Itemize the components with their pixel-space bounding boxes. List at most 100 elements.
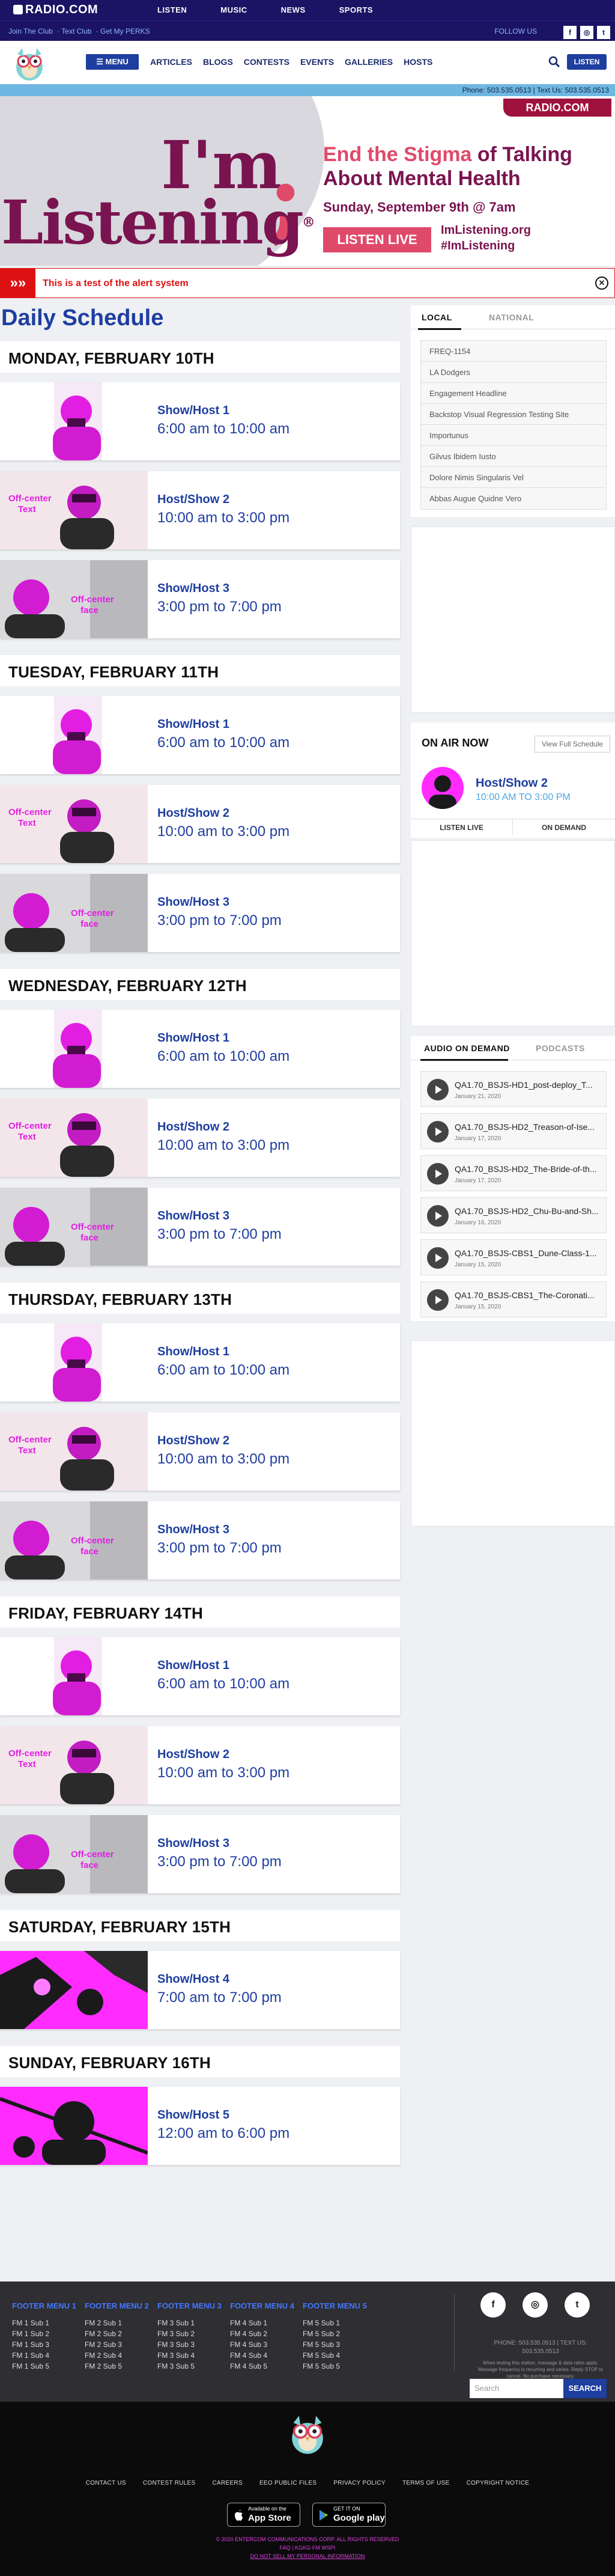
- news-item[interactable]: Gilvus Ibidem Iusto: [421, 446, 606, 467]
- app-store-badge[interactable]: Available on the App Store: [227, 2503, 300, 2527]
- play-icon[interactable]: [427, 1163, 449, 1185]
- instagram-icon[interactable]: ◎: [523, 2292, 548, 2318]
- show-card[interactable]: Off-center face Show/Host 3 3:00 pm to 7:00…: [0, 1815, 400, 1893]
- show-card[interactable]: Off-center Text Host/Show 2 10:00 am to 3:0…: [0, 1099, 400, 1177]
- aod-item[interactable]: QA1.70_BSJS-HD2_Treason-of-Ise... January…: [420, 1113, 607, 1149]
- show-card[interactable]: Show/Host 5 12:00 am to 6:00 pm: [0, 2087, 400, 2165]
- play-icon[interactable]: [427, 1121, 449, 1143]
- aod-title[interactable]: QA1.70_BSJS-HD2_Treason-of-Ise...: [455, 1122, 605, 1132]
- top-nav-listen[interactable]: LISTEN: [157, 5, 187, 14]
- listen-button[interactable]: LISTEN: [567, 54, 607, 70]
- footer-menu-item[interactable]: FM 1 Sub 5: [12, 2361, 76, 2372]
- top-nav-sports[interactable]: SPORTS: [339, 5, 373, 14]
- nav-articles[interactable]: ARTICLES: [150, 57, 192, 67]
- tab-podcasts[interactable]: PODCASTS: [536, 1043, 585, 1053]
- nav-blogs[interactable]: BLOGS: [203, 57, 233, 67]
- footer-menu-item[interactable]: FM 3 Sub 5: [157, 2361, 222, 2372]
- footer-menu-item[interactable]: FM 3 Sub 3: [157, 2339, 222, 2350]
- tab-audio-on-demand[interactable]: AUDIO ON DEMAND: [424, 1043, 510, 1053]
- aod-title[interactable]: QA1.70_BSJS-CBS1_Dune-Class-1...: [455, 1248, 605, 1258]
- footer-link[interactable]: TERMS OF USE: [402, 2480, 450, 2486]
- footer-menu-item[interactable]: FM 1 Sub 1: [12, 2318, 76, 2328]
- show-name[interactable]: Show/Host 1: [157, 1031, 229, 1045]
- show-card[interactable]: Off-center Text Host/Show 2 10:00 am to 3:0…: [0, 1412, 400, 1491]
- news-item[interactable]: FREQ-1154: [421, 341, 606, 362]
- footer-menu-item[interactable]: FM 4 Sub 1: [230, 2318, 294, 2328]
- aod-title[interactable]: QA1.70_BSJS-HD1_post-deploy_T...: [455, 1080, 605, 1090]
- footer-menu-item[interactable]: FM 4 Sub 2: [230, 2328, 294, 2339]
- show-name[interactable]: Host/Show 2: [157, 493, 229, 507]
- play-icon[interactable]: [427, 1079, 449, 1100]
- show-card[interactable]: Off-center face Show/Host 3 3:00 pm to 7:00…: [0, 874, 400, 952]
- aod-title[interactable]: QA1.70_BSJS-HD2_Chu-Bu-and-Sh...: [455, 1206, 605, 1216]
- footer-menu-item[interactable]: FM 1 Sub 4: [12, 2350, 76, 2361]
- top-nav-music[interactable]: MUSIC: [220, 5, 247, 14]
- show-card[interactable]: Off-center face Show/Host 3 3:00 pm to 7:00…: [0, 1501, 400, 1579]
- news-item[interactable]: Engagement Headline: [421, 383, 606, 404]
- footer-link[interactable]: CAREERS: [212, 2480, 242, 2486]
- footer-menu-title[interactable]: FOOTER MENU 1: [12, 2301, 76, 2312]
- footer-link[interactable]: PRIVACY POLICY: [333, 2480, 386, 2486]
- aod-title[interactable]: QA1.70_BSJS-HD2_The-Bride-of-th...: [455, 1164, 605, 1174]
- on-air-host[interactable]: Host/Show 2: [476, 777, 548, 790]
- promo-banner[interactable]: RADIO.COM I'm ; Listening® End the Stigm…: [0, 96, 615, 266]
- facebook-icon[interactable]: f: [480, 2292, 506, 2318]
- owl-mascot-icon[interactable]: [12, 46, 47, 82]
- tab-national[interactable]: NATIONAL: [489, 313, 534, 322]
- footer-menu-title[interactable]: FOOTER MENU 2: [85, 2301, 149, 2312]
- show-card[interactable]: Show/Host 1 6:00 am to 10:00 am: [0, 1637, 400, 1715]
- close-icon[interactable]: ✕: [595, 276, 608, 290]
- play-icon[interactable]: [427, 1247, 449, 1269]
- footer-link[interactable]: CONTEST RULES: [143, 2480, 196, 2486]
- footer-search-input[interactable]: Search: [470, 2379, 563, 2398]
- aod-item[interactable]: QA1.70_BSJS-CBS1_The-Coronati... January …: [420, 1281, 607, 1317]
- footer-menu-item[interactable]: FM 3 Sub 1: [157, 2318, 222, 2328]
- listen-live-button[interactable]: LISTEN LIVE: [411, 819, 513, 835]
- nav-hosts[interactable]: HOSTS: [404, 57, 432, 67]
- footer-link[interactable]: COPYRIGHT NOTICE: [467, 2480, 530, 2486]
- footer-menu-title[interactable]: FOOTER MENU 5: [303, 2301, 367, 2312]
- show-card[interactable]: Show/Host 1 6:00 am to 10:00 am: [0, 696, 400, 774]
- footer-link[interactable]: EEO PUBLIC FILES: [259, 2480, 317, 2486]
- play-icon[interactable]: [427, 1289, 449, 1311]
- view-full-schedule-button[interactable]: View Full Schedule: [535, 736, 610, 752]
- show-name[interactable]: Show/Host 1: [157, 718, 229, 731]
- footer-menu-item[interactable]: FM 2 Sub 2: [85, 2328, 149, 2339]
- show-card[interactable]: Show/Host 1 6:00 am to 10:00 am: [0, 1323, 400, 1402]
- footer-menu-item[interactable]: FM 2 Sub 3: [85, 2339, 149, 2350]
- aod-item[interactable]: QA1.70_BSJS-HD1_post-deploy_T... January …: [420, 1071, 607, 1107]
- show-name[interactable]: Show/Host 3: [157, 1209, 229, 1223]
- footer-menu-item[interactable]: FM 4 Sub 3: [230, 2339, 294, 2350]
- twitter-icon[interactable]: t: [565, 2292, 590, 2318]
- news-item[interactable]: Importunus: [421, 425, 606, 446]
- footer-menu-item[interactable]: FM 3 Sub 4: [157, 2350, 222, 2361]
- show-card[interactable]: Off-center Text Host/Show 2 10:00 am to 3:0…: [0, 1726, 400, 1804]
- footer-menu-item[interactable]: FM 2 Sub 5: [85, 2361, 149, 2372]
- site-logo[interactable]: RADIO.COM: [13, 3, 98, 17]
- footer-menu-item[interactable]: FM 5 Sub 2: [303, 2328, 367, 2339]
- footer-menu-title[interactable]: FOOTER MENU 4: [230, 2301, 294, 2312]
- get-perks-link[interactable]: Get My PERKS: [100, 27, 150, 35]
- footer-menu-item[interactable]: FM 5 Sub 4: [303, 2350, 367, 2361]
- menu-button[interactable]: ☰ MENU: [86, 54, 139, 70]
- show-name[interactable]: Show/Host 3: [157, 1837, 229, 1851]
- show-name[interactable]: Show/Host 3: [157, 582, 229, 596]
- nav-contests[interactable]: CONTESTS: [244, 57, 289, 67]
- footer-menu-item[interactable]: FM 4 Sub 4: [230, 2350, 294, 2361]
- show-name[interactable]: Show/Host 3: [157, 896, 229, 909]
- top-nav-news[interactable]: NEWS: [281, 5, 306, 14]
- on-demand-button[interactable]: ON DEMAND: [513, 819, 615, 835]
- google-play-badge[interactable]: GET IT ON Google play: [312, 2503, 386, 2527]
- join-club-link[interactable]: Join The Club: [8, 27, 53, 35]
- footer-menu-item[interactable]: FM 5 Sub 1: [303, 2318, 367, 2328]
- instagram-icon[interactable]: ◎: [580, 26, 593, 39]
- show-card[interactable]: Off-center Text Host/Show 2 10:00 am to 3:0…: [0, 785, 400, 863]
- facebook-icon[interactable]: f: [563, 26, 577, 39]
- footer-menu-item[interactable]: FM 1 Sub 2: [12, 2328, 76, 2339]
- do-not-sell-link[interactable]: DO NOT SELL MY PERSONAL INFORMATION: [0, 2553, 615, 2559]
- footer-link[interactable]: CONTACT US: [86, 2480, 126, 2486]
- eeo-text[interactable]: FAQ | KGKG-FM WSPI: [0, 2545, 615, 2551]
- show-name[interactable]: Show/Host 1: [157, 1345, 229, 1359]
- footer-menu-item[interactable]: FM 5 Sub 3: [303, 2339, 367, 2350]
- tab-local[interactable]: LOCAL: [422, 313, 452, 322]
